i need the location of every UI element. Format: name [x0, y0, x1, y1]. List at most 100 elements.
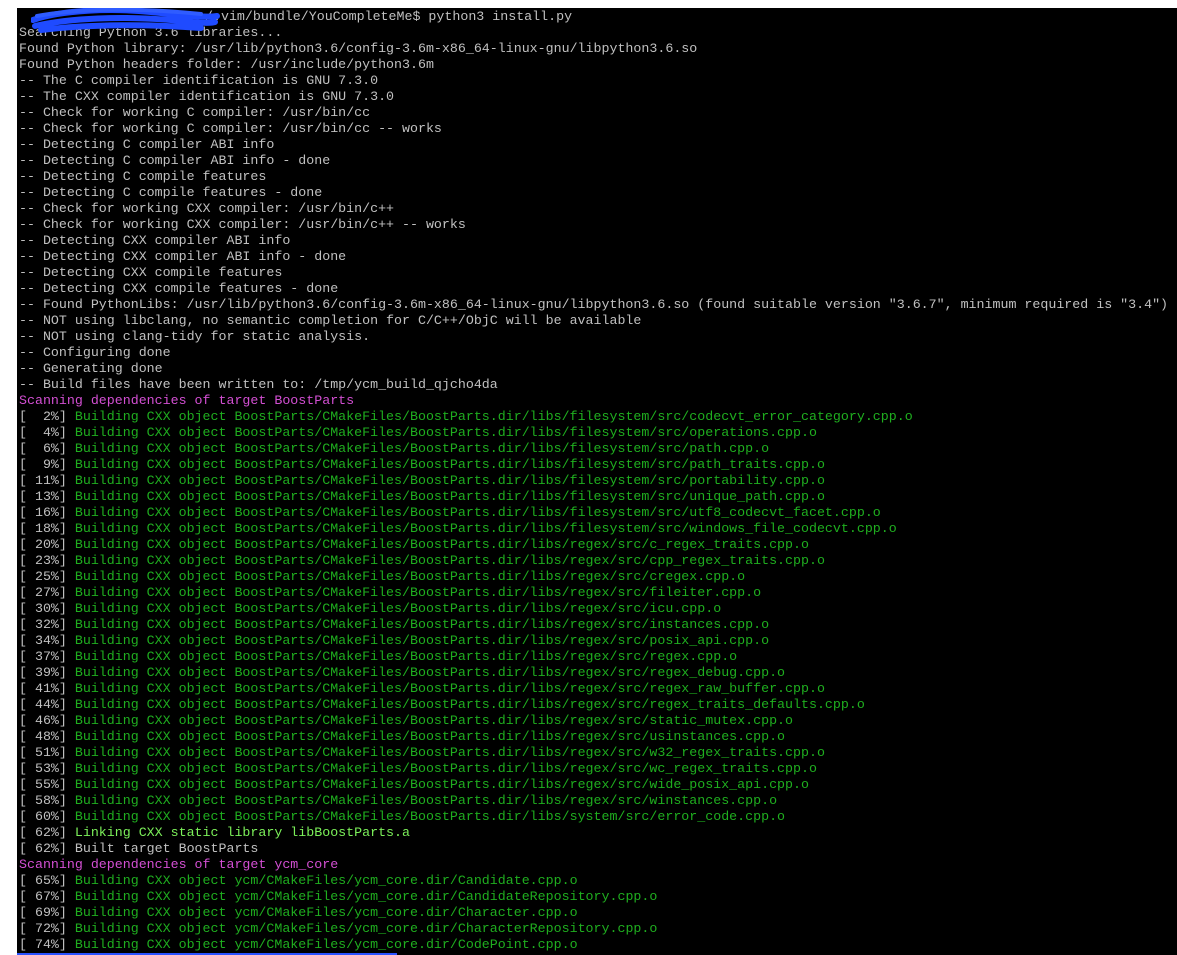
build-progress: [ 2%] [19, 409, 75, 424]
terminal-line: [ 46%] Building CXX object BoostParts/CM… [19, 713, 1177, 729]
build-progress: [ 23%] [19, 553, 75, 568]
line-text: Building CXX object BoostParts/CMakeFile… [74, 633, 770, 648]
terminal-line: [ 30%] Building CXX object BoostParts/CM… [19, 601, 1177, 617]
line-text: -- Detecting CXX compiler ABI info - don… [19, 249, 347, 264]
line-text: Building CXX object ycm/CMakeFiles/ycm_c… [74, 921, 658, 936]
terminal-line: -- The C compiler identification is GNU … [19, 73, 1177, 89]
terminal-line: [ 69%] Building CXX object ycm/CMakeFile… [19, 905, 1177, 921]
line-text: Building CXX object BoostParts/CMakeFile… [74, 681, 825, 696]
line-text: -- Detecting CXX compile features [19, 265, 283, 280]
terminal-line: -- Check for working C compiler: /usr/bi… [19, 121, 1177, 137]
build-progress: [ 20%] [19, 537, 75, 552]
terminal-line: [ 41%] Building CXX object BoostParts/CM… [19, 681, 1177, 697]
build-progress: [ 9%] [19, 457, 75, 472]
build-progress: [ 13%] [19, 489, 75, 504]
line-text: -- The C compiler identification is GNU … [19, 73, 379, 88]
line-text: -- Detecting C compiler ABI info - done [19, 153, 331, 168]
line-text: -- Check for working C compiler: /usr/bi… [19, 105, 371, 120]
terminal-line: [ 34%] Building CXX object BoostParts/CM… [19, 633, 1177, 649]
line-text: -- NOT using libclang, no semantic compl… [19, 313, 642, 328]
line-text: Building CXX object BoostParts/CMakeFile… [74, 777, 809, 792]
terminal-line: -- Generating done [19, 361, 1177, 377]
build-progress: [ 60%] [19, 809, 75, 824]
terminal-line: -- Check for working CXX compiler: /usr/… [19, 201, 1177, 217]
terminal-line: [ 62%] Linking CXX static library libBoo… [19, 825, 1177, 841]
terminal-line: [ 74%] Building CXX object ycm/CMakeFile… [19, 937, 1177, 953]
line-text: Building CXX object BoostParts/CMakeFile… [74, 489, 825, 504]
terminal-line: [ 58%] Building CXX object BoostParts/CM… [19, 793, 1177, 809]
build-progress: [ 44%] [19, 697, 75, 712]
terminal-line: [ 9%] Building CXX object BoostParts/CMa… [19, 457, 1177, 473]
terminal-line: [ 16%] Building CXX object BoostParts/CM… [19, 505, 1177, 521]
line-text: -- NOT using clang-tidy for static analy… [19, 329, 371, 344]
line-text: Building CXX object ycm/CMakeFiles/ycm_c… [74, 937, 578, 952]
terminal-line: [ 44%] Building CXX object BoostParts/CM… [19, 697, 1177, 713]
terminal-line: [ 62%] Built target BoostParts [19, 841, 1177, 857]
terminal-line: -- Detecting CXX compiler ABI info [19, 233, 1177, 249]
terminal-line: -- NOT using clang-tidy for static analy… [19, 329, 1177, 345]
line-text: Building CXX object BoostParts/CMakeFile… [74, 617, 770, 632]
line-text: Building CXX object BoostParts/CMakeFile… [74, 601, 722, 616]
line-text: -- Generating done [19, 361, 163, 376]
build-progress: [ 51%] [19, 745, 75, 760]
line-text: Building CXX object BoostParts/CMakeFile… [74, 553, 825, 568]
terminal-line: -- NOT using libclang, no semantic compl… [19, 313, 1177, 329]
terminal-line: [ 51%] Building CXX object BoostParts/CM… [19, 745, 1177, 761]
terminal-line: [ 37%] Building CXX object BoostParts/CM… [19, 649, 1177, 665]
line-text: Building CXX object BoostParts/CMakeFile… [74, 809, 786, 824]
terminal-line: -- Detecting CXX compile features - done [19, 281, 1177, 297]
line-text: Linking CXX static library libBoostParts… [74, 825, 410, 840]
line-text: Building CXX object BoostParts/CMakeFile… [74, 713, 794, 728]
terminal-line: [ 27%] Building CXX object BoostParts/CM… [19, 585, 1177, 601]
build-progress: [ 41%] [19, 681, 75, 696]
line-text: Building CXX object ycm/CMakeFiles/ycm_c… [74, 873, 578, 888]
build-progress: [ 16%] [19, 505, 75, 520]
line-text: Building CXX object BoostParts/CMakeFile… [74, 505, 881, 520]
terminal-line: [ 2%] Building CXX object BoostParts/CMa… [19, 409, 1177, 425]
build-progress: [ 55%] [19, 777, 75, 792]
build-progress: [ 30%] [19, 601, 75, 616]
line-text: Scanning dependencies of target BoostPar… [19, 393, 355, 408]
line-text: -- Found PythonLibs: /usr/lib/python3.6/… [19, 297, 1169, 312]
terminal-line: -- Found PythonLibs: /usr/lib/python3.6/… [19, 297, 1177, 313]
terminal-line: -- Build files have been written to: /tm… [19, 377, 1177, 393]
terminal-line: [ 25%] Building CXX object BoostParts/CM… [19, 569, 1177, 585]
terminal-line: [ 20%] Building CXX object BoostParts/CM… [19, 537, 1177, 553]
line-text: Building CXX object BoostParts/CMakeFile… [74, 537, 809, 552]
build-progress: [ 6%] [19, 441, 75, 456]
build-progress: [ 62%] [19, 841, 75, 856]
build-progress: [ 25%] [19, 569, 75, 584]
line-text: Building CXX object BoostParts/CMakeFile… [74, 729, 786, 744]
line-text: Built target BoostParts [74, 841, 259, 856]
line-text: Building CXX object ycm/CMakeFiles/ycm_c… [74, 905, 578, 920]
build-progress: [ 4%] [19, 425, 75, 440]
line-text: Building CXX object BoostParts/CMakeFile… [74, 409, 913, 424]
line-text: -- Detecting CXX compiler ABI info [19, 233, 291, 248]
terminal-line: -- Detecting C compiler ABI info [19, 137, 1177, 153]
line-text: Building CXX object BoostParts/CMakeFile… [74, 473, 825, 488]
line-text: Building CXX object BoostParts/CMakeFile… [74, 425, 817, 440]
line-text: Found Python headers folder: /usr/includ… [19, 57, 434, 72]
line-text: Building CXX object BoostParts/CMakeFile… [74, 649, 738, 664]
line-text: Found Python library: /usr/lib/python3.6… [19, 41, 698, 56]
line-text: Building CXX object ycm/CMakeFiles/ycm_c… [74, 889, 658, 904]
line-text: Searching Python 3.6 libraries... [19, 25, 283, 40]
line-text: Building CXX object BoostParts/CMakeFile… [74, 457, 825, 472]
terminal-window[interactable]: /.vim/bundle/YouCompleteMe$ python3 inst… [17, 8, 1177, 955]
build-progress: [ 53%] [19, 761, 75, 776]
build-progress: [ 72%] [19, 921, 75, 936]
build-progress: [ 34%] [19, 633, 75, 648]
build-progress: [ 67%] [19, 889, 75, 904]
terminal-line: Scanning dependencies of target ycm_core [19, 857, 1177, 873]
line-text: -- Detecting CXX compile features - done [19, 281, 339, 296]
build-progress: [ 18%] [19, 521, 75, 536]
terminal-line: -- Configuring done [19, 345, 1177, 361]
build-progress: [ 65%] [19, 873, 75, 888]
terminal-line: Found Python library: /usr/lib/python3.6… [19, 41, 1177, 57]
build-progress: [ 37%] [19, 649, 75, 664]
prompt-line: /.vim/bundle/YouCompleteMe$ python3 inst… [19, 9, 1177, 25]
terminal-line: [ 60%] Building CXX object BoostParts/CM… [19, 809, 1177, 825]
line-text: Building CXX object BoostParts/CMakeFile… [74, 793, 778, 808]
line-text: Building CXX object BoostParts/CMakeFile… [74, 745, 825, 760]
terminal-line: [ 39%] Building CXX object BoostParts/CM… [19, 665, 1177, 681]
